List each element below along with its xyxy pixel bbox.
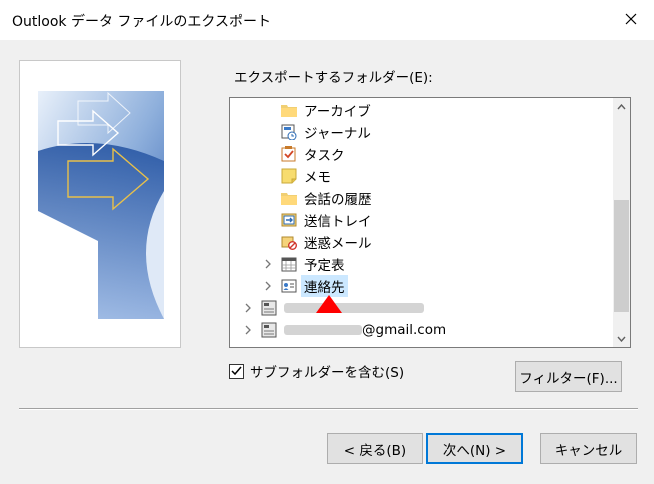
journal-icon <box>280 123 298 141</box>
junk-mail-icon <box>280 233 298 251</box>
title-bar: Outlook データ ファイルのエクスポート <box>0 0 654 40</box>
back-button[interactable]: < 戻る(B) <box>327 433 423 464</box>
next-button[interactable]: 次へ(N) > <box>426 433 523 464</box>
close-button[interactable] <box>620 8 642 30</box>
chevron-right-icon[interactable] <box>240 303 256 313</box>
tree-item-label: 会話の履歴 <box>304 192 372 208</box>
data-file-icon <box>260 299 278 317</box>
redacted-text <box>284 303 424 313</box>
calendar-icon <box>280 255 298 273</box>
tree-item-outbox[interactable]: 送信トレイ <box>280 209 372 231</box>
divider <box>19 408 638 410</box>
include-subfolders-label: サブフォルダーを含む(S) <box>250 365 405 381</box>
annotation-arrow-icon <box>316 295 342 313</box>
tree-item-label: アーカイブ <box>304 104 371 120</box>
tree-item-tasks[interactable]: タスク <box>280 143 345 165</box>
tree-item-junk-mail[interactable]: 迷惑メール <box>280 231 372 253</box>
scroll-down-icon[interactable] <box>613 330 630 347</box>
tree-item-journal[interactable]: ジャーナル <box>280 121 371 143</box>
include-subfolders-checkbox[interactable] <box>229 363 244 379</box>
tree-item-label: メモ <box>304 170 331 186</box>
tree-item-label: タスク <box>304 148 345 164</box>
folder-tree[interactable]: アーカイブ ジャーナル タスク メモ 会話の履歴 送信トレイ 迷惑メール 予定表… <box>229 97 631 348</box>
folder-icon <box>280 189 298 207</box>
cancel-button[interactable]: キャンセル <box>540 433 637 464</box>
include-subfolders-option[interactable]: サブフォルダーを含む(S) <box>229 361 404 381</box>
wizard-illustration <box>19 60 181 348</box>
chevron-right-icon[interactable] <box>260 281 276 291</box>
scroll-up-icon[interactable] <box>613 98 630 115</box>
tree-item-label: ジャーナル <box>304 126 371 142</box>
tree-item-label <box>284 300 424 316</box>
tree-item-label: 迷惑メール <box>304 236 372 252</box>
contacts-icon <box>280 277 298 295</box>
tree-item-label: 予定表 <box>304 258 345 274</box>
outbox-icon <box>280 211 298 229</box>
checkmark-icon <box>231 366 242 376</box>
data-file-icon <box>260 321 278 339</box>
chevron-right-icon[interactable] <box>260 259 276 269</box>
window-title: Outlook データ ファイルのエクスポート <box>12 14 271 30</box>
note-icon <box>280 167 298 185</box>
folder-icon <box>280 101 298 119</box>
close-icon <box>625 13 637 25</box>
export-folder-label: エクスポートするフォルダー(E): <box>234 70 433 86</box>
tree-item-label: 送信トレイ <box>304 214 372 230</box>
tree-item-gmail-data-file[interactable]: @gmail.com <box>240 319 446 341</box>
redacted-text <box>284 325 362 335</box>
scrollbar-thumb[interactable] <box>614 200 629 312</box>
export-arrows-illustration <box>38 91 164 319</box>
task-icon <box>280 145 298 163</box>
tree-item-archive[interactable]: アーカイブ <box>280 99 371 121</box>
tree-item-label: @gmail.com <box>284 322 446 338</box>
tree-scrollbar[interactable] <box>613 98 630 347</box>
filter-button[interactable]: フィルター(F)... <box>515 361 622 392</box>
tree-item-calendar[interactable]: 予定表 <box>260 253 345 275</box>
tree-item-notes[interactable]: メモ <box>280 165 331 187</box>
chevron-right-icon[interactable] <box>240 325 256 335</box>
tree-item-conversation-history[interactable]: 会話の履歴 <box>280 187 372 209</box>
